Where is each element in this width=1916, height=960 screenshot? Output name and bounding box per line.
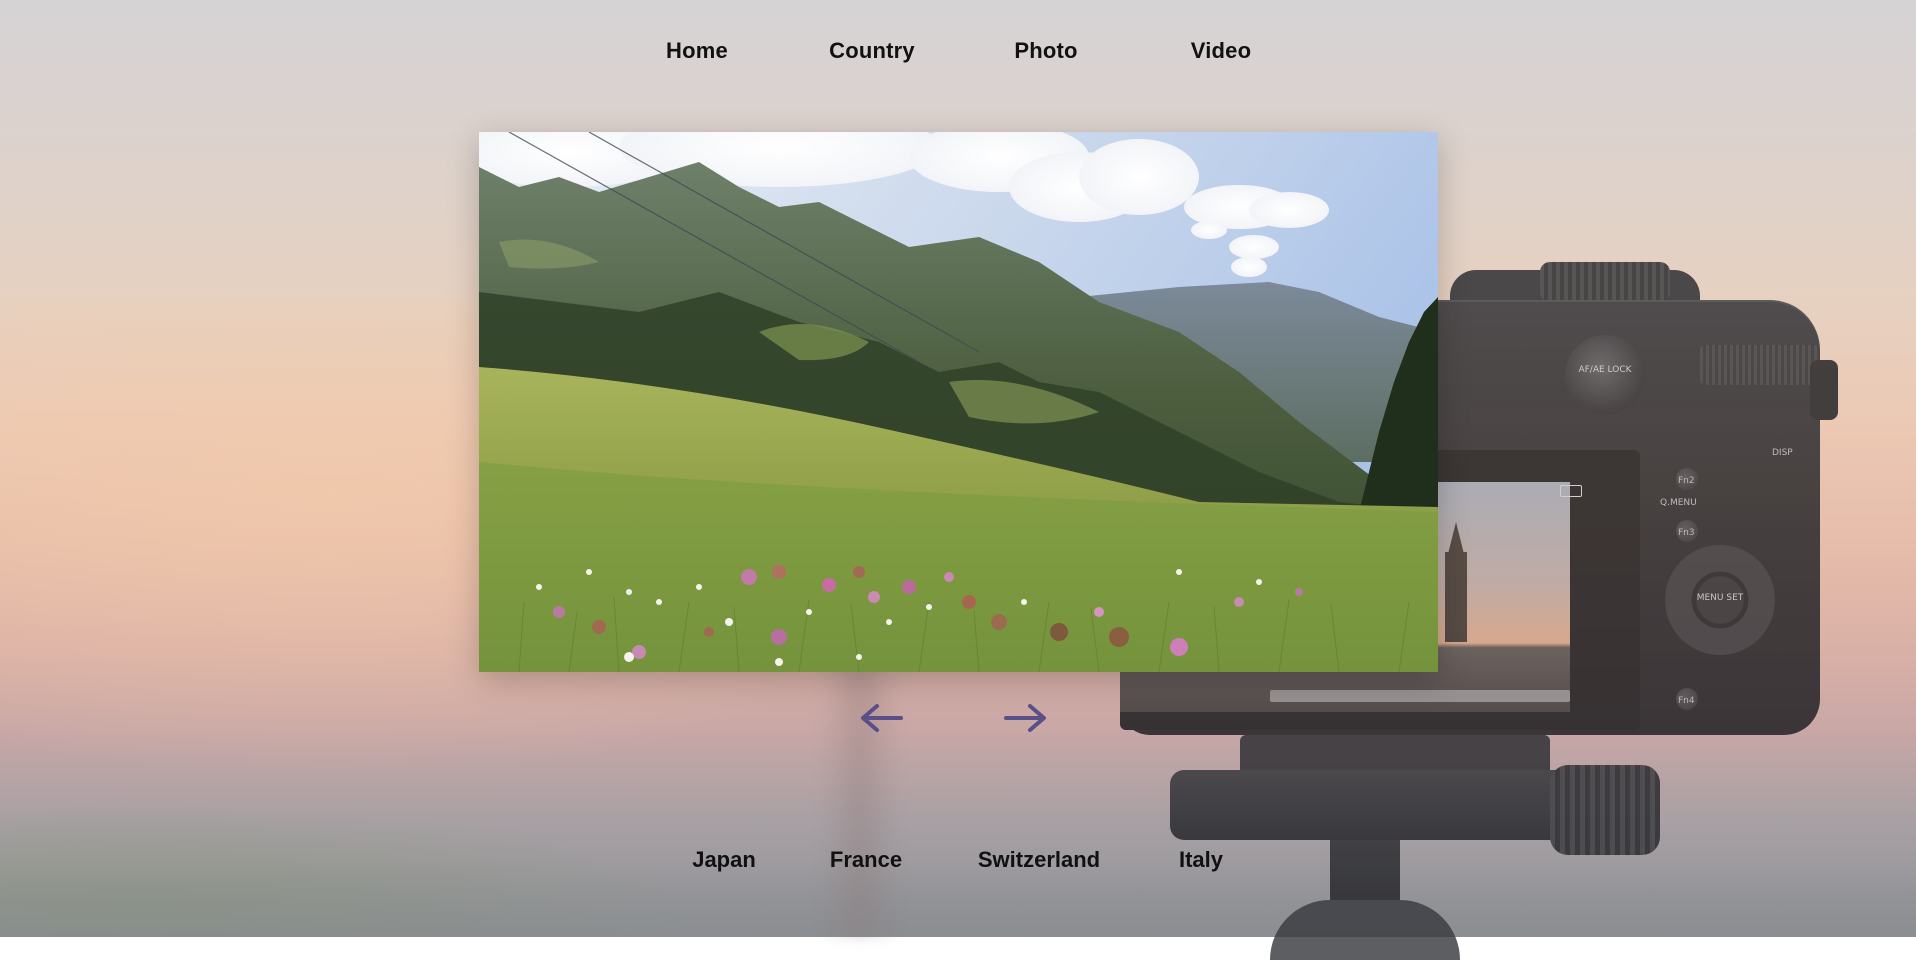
camera-button-label: Fn3	[1678, 528, 1695, 538]
camera-button-label: Fn2	[1678, 476, 1695, 486]
nav-home-link[interactable]: Home	[666, 38, 728, 64]
battery-icon	[1560, 485, 1582, 497]
nav-photo-link[interactable]: Photo	[1014, 38, 1077, 64]
blurred-post	[820, 640, 900, 937]
arrow-right-icon	[1004, 704, 1046, 732]
next-slide-button[interactable]	[1002, 698, 1050, 738]
country-nav: Japan France Switzerland Italy	[0, 847, 1916, 881]
slideshow-frame	[479, 132, 1438, 672]
camera-viewfinder	[1700, 345, 1820, 385]
country-japan-link[interactable]: Japan	[692, 847, 756, 873]
tripod-base	[1270, 900, 1460, 960]
nav-video-link[interactable]: Video	[1191, 38, 1252, 64]
camera-strap-lug	[1810, 360, 1838, 420]
camera-mode-dial	[1540, 262, 1670, 302]
camera-af-knob: AF/AE LOCK	[1565, 335, 1645, 415]
camera-control-wheel: MENU SET	[1665, 545, 1775, 655]
country-switzerland-link[interactable]: Switzerland	[978, 847, 1100, 873]
tripod-knob	[1550, 765, 1660, 855]
camera-button-label: Fn4	[1678, 696, 1695, 706]
nav-country-link[interactable]: Country	[829, 38, 915, 64]
country-france-link[interactable]: France	[830, 847, 902, 873]
camera-wheel-label: MENU SET	[1696, 593, 1744, 603]
screen-tower-spire	[1448, 522, 1464, 554]
previous-slide-button[interactable]	[857, 698, 905, 738]
screen-bar	[1270, 690, 1570, 702]
mountain-meadow-photo	[479, 132, 1438, 672]
arrow-left-icon	[861, 704, 903, 732]
camera-button-label: Q.MENU	[1660, 498, 1697, 508]
camera-button-label: DISP	[1772, 448, 1793, 458]
country-italy-link[interactable]: Italy	[1179, 847, 1223, 873]
camera-af-knob-label: AF/AE LOCK	[1578, 365, 1632, 375]
main-nav: Home Country Photo Video	[0, 38, 1916, 72]
tripod-plate	[1240, 735, 1550, 775]
screen-tower	[1445, 552, 1467, 642]
